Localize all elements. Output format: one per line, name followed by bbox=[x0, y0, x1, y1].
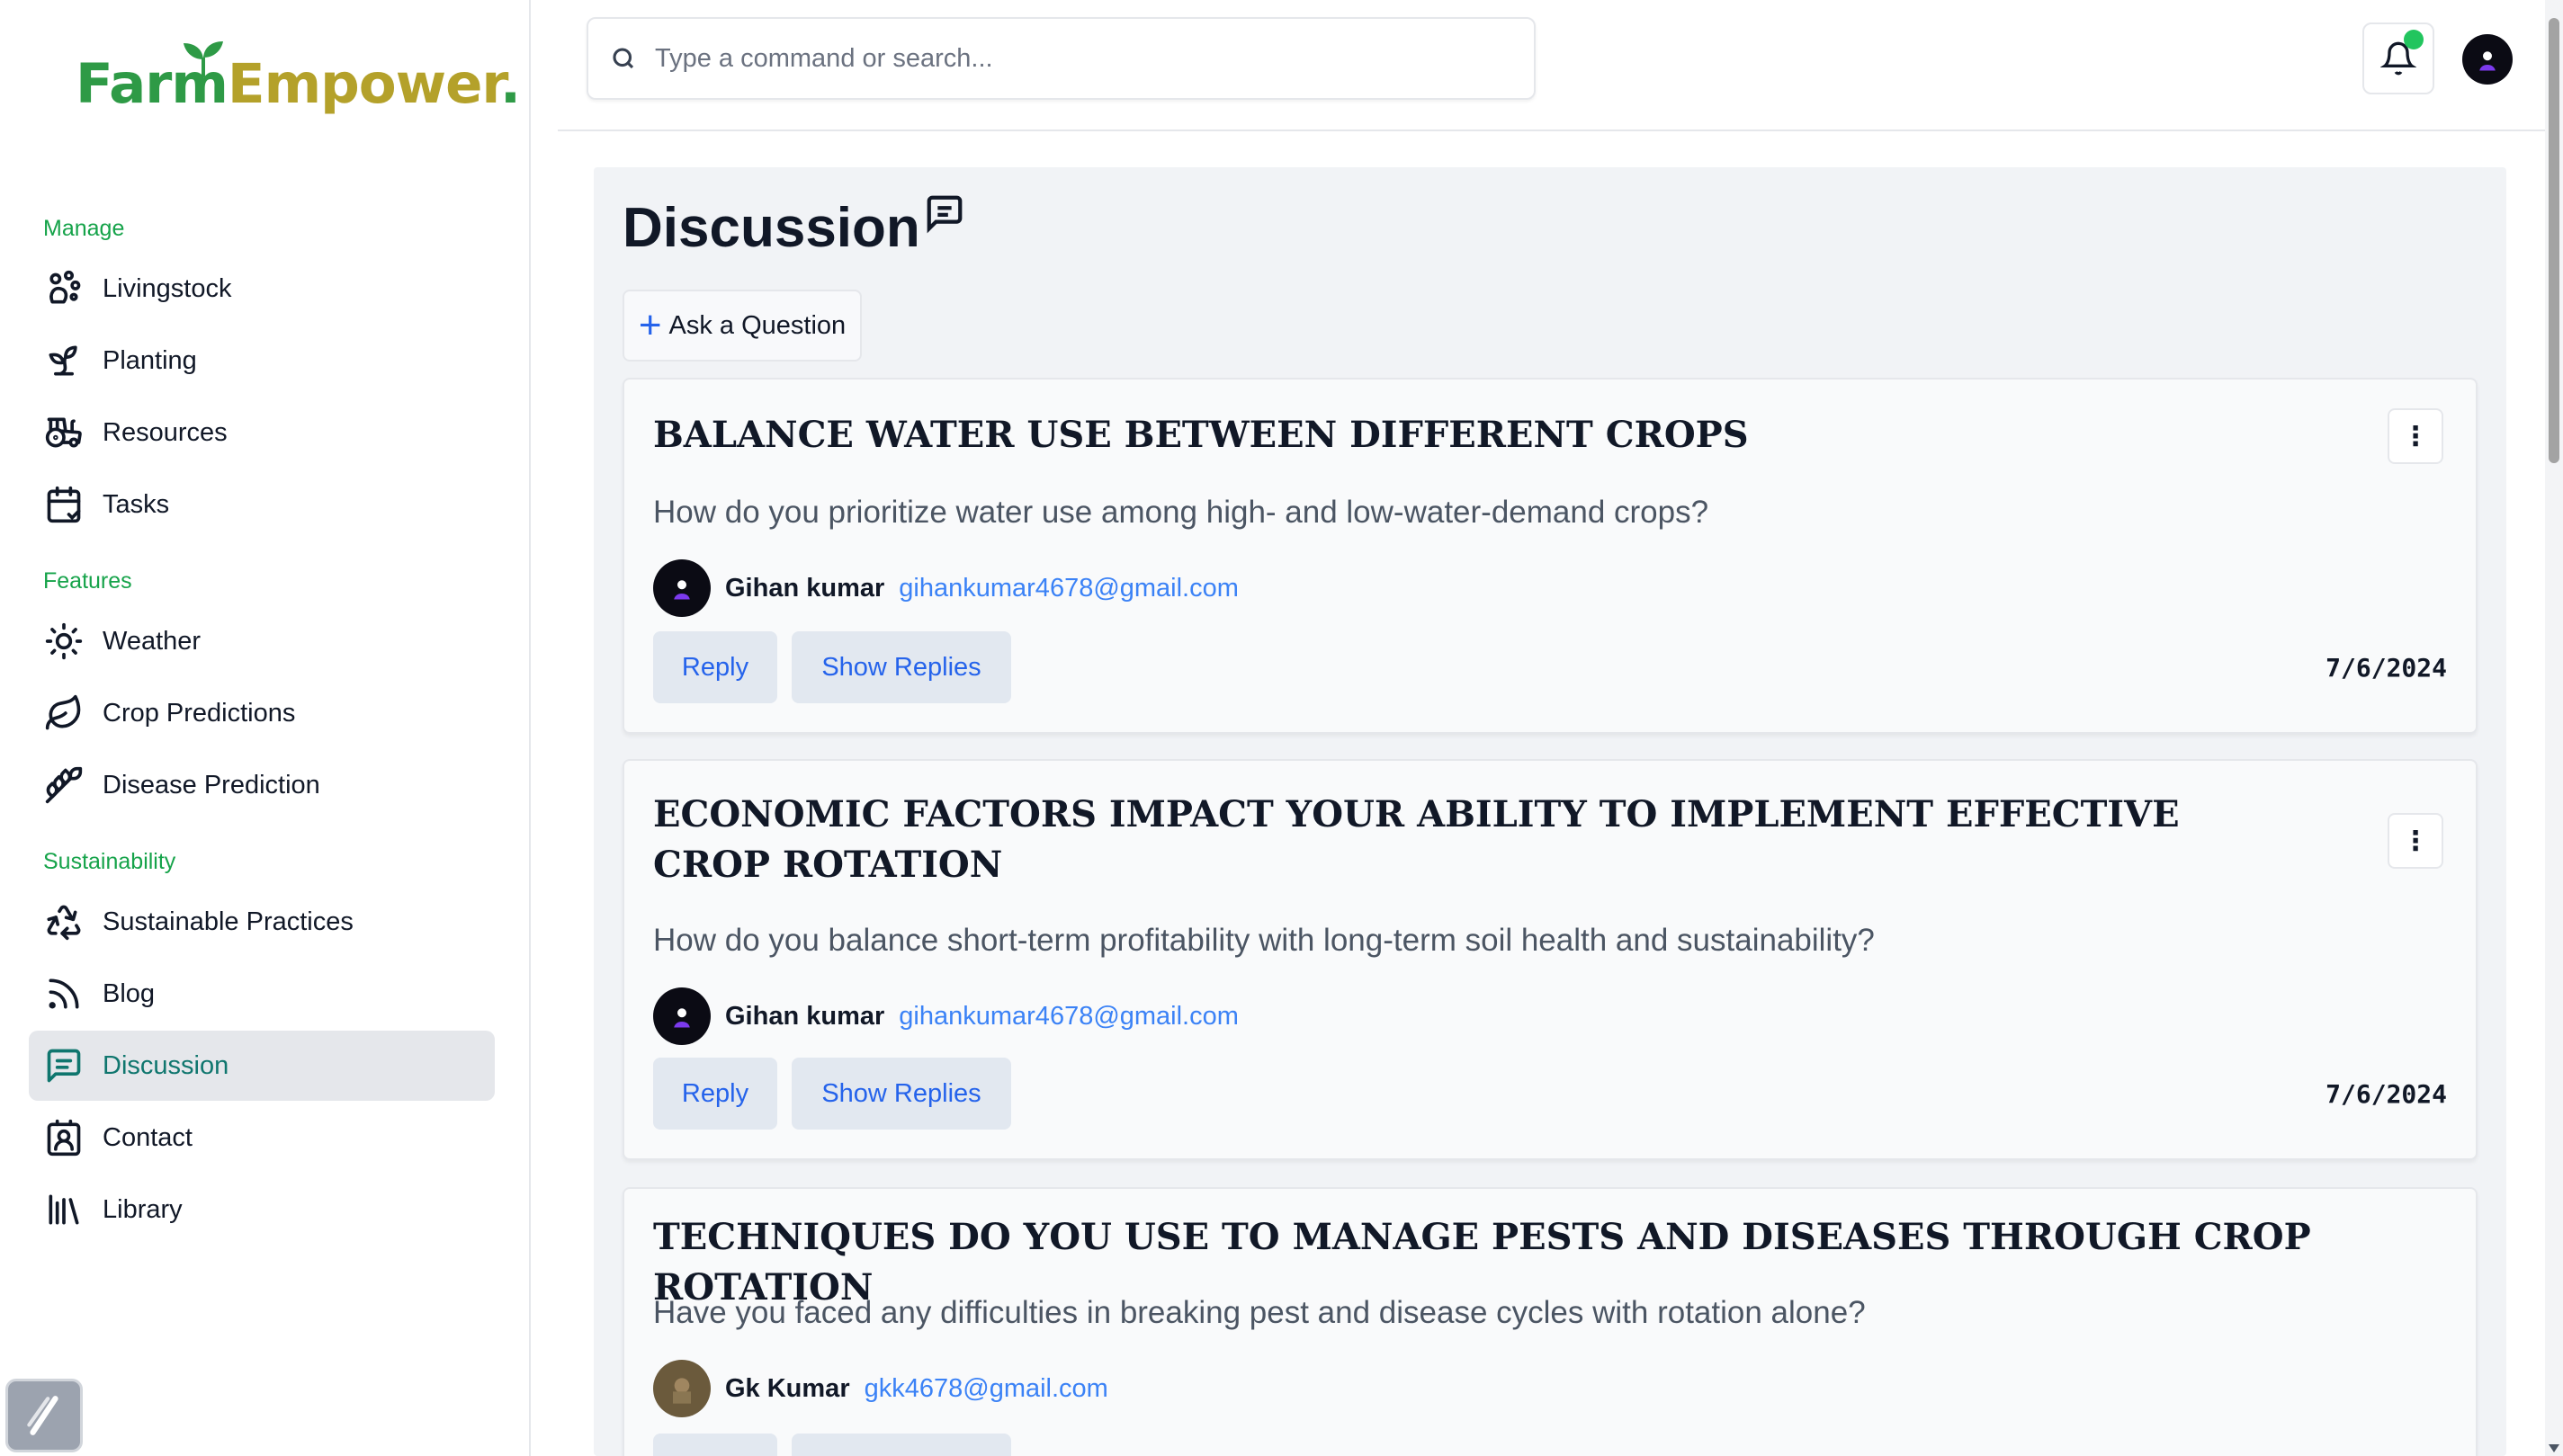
recycle-icon bbox=[43, 901, 85, 942]
discussion-card: ECONOMIC FACTORS IMPACT YOUR ABILITY TO … bbox=[623, 759, 2478, 1160]
reply-button[interactable]: Reply bbox=[653, 1058, 777, 1130]
sidebar-item-blog[interactable]: Blog bbox=[29, 959, 495, 1029]
post-date: 7/6/2024 bbox=[2326, 653, 2447, 683]
question-body: Have you faced any difficulties in break… bbox=[653, 1295, 1866, 1330]
sidebar-item-label: Tasks bbox=[103, 489, 170, 519]
reply-button[interactable]: Reply bbox=[653, 631, 777, 703]
show-replies-button[interactable]: Show Replies bbox=[792, 1434, 1011, 1456]
library-icon bbox=[43, 1189, 85, 1230]
sidebar-item-resources[interactable]: Resources bbox=[29, 397, 495, 468]
scroll-down-arrow[interactable] bbox=[2549, 1444, 2559, 1452]
discussion-panel: Discussion + Ask a Question BALANCE WATE… bbox=[594, 167, 2506, 1456]
question-title: ECONOMIC FACTORS IMPACT YOUR ABILITY TO … bbox=[653, 793, 2180, 886]
sidebar-item-crop-predictions[interactable]: Crop Predictions bbox=[29, 678, 495, 748]
page-title: Discussion bbox=[623, 195, 965, 260]
sidebar-item-planting[interactable]: Planting bbox=[29, 326, 495, 396]
post-date: 7/6/2024 bbox=[2326, 1079, 2447, 1109]
ask-question-button[interactable]: + Ask a Question bbox=[623, 290, 862, 362]
author-email[interactable]: gkk4678@gmail.com bbox=[865, 1374, 1108, 1404]
show-replies-button[interactable]: Show Replies bbox=[792, 1058, 1011, 1130]
livestock-icon bbox=[43, 268, 85, 309]
more-vertical-icon: ⋮ bbox=[2402, 826, 2429, 856]
plus-icon: + bbox=[638, 303, 662, 347]
author-name: Gihan kumar bbox=[725, 1001, 885, 1031]
sidebar-item-label: Disease Prediction bbox=[103, 770, 320, 799]
message-square-icon bbox=[927, 195, 963, 234]
sidebar-item-disease-prediction[interactable]: Disease Prediction bbox=[29, 750, 495, 820]
reply-button[interactable]: Reply bbox=[653, 1434, 777, 1456]
sidebar-item-livingstock[interactable]: Livingstock bbox=[29, 254, 495, 324]
sidebar-item-label: Resources bbox=[103, 417, 228, 447]
post-author: Gihan kumar gihankumar4678@gmail.com bbox=[653, 559, 1239, 617]
sidebar-item-contact[interactable]: Contact bbox=[29, 1103, 495, 1173]
sidebar-item-sustainable-practices[interactable]: Sustainable Practices bbox=[29, 887, 495, 957]
discussion-card: BALANCE WATER USE BETWEEN DIFFERENT CROP… bbox=[623, 378, 2478, 734]
wheat-icon bbox=[43, 764, 85, 806]
leaf-icon bbox=[43, 692, 85, 734]
brand-logo[interactable]: FarmEmpower. bbox=[76, 41, 521, 116]
page-scrollbar[interactable] bbox=[2545, 0, 2563, 1456]
rss-icon bbox=[43, 973, 85, 1014]
sun-icon bbox=[43, 621, 85, 662]
page-title-text: Discussion bbox=[623, 197, 920, 259]
sidebar-item-label: Discussion bbox=[103, 1050, 229, 1080]
avatar-image bbox=[2479, 51, 2496, 71]
slash-logo-icon bbox=[27, 1396, 58, 1435]
more-vertical-icon: ⋮ bbox=[2402, 421, 2429, 451]
search-icon bbox=[613, 48, 634, 69]
header-divider bbox=[558, 130, 2545, 131]
tractor-icon bbox=[43, 412, 85, 453]
more-options-button[interactable]: ⋮ bbox=[2388, 408, 2443, 464]
sidebar-item-label: Livingstock bbox=[103, 273, 232, 303]
sidebar-item-label: Contact bbox=[103, 1122, 193, 1152]
section-label-sustainability: Sustainability bbox=[43, 849, 176, 874]
author-name: Gk Kumar bbox=[725, 1373, 850, 1403]
brand-dot: . bbox=[499, 52, 521, 116]
author-avatar bbox=[653, 987, 711, 1045]
section-label-manage: Manage bbox=[43, 216, 125, 241]
notification-dot bbox=[2404, 30, 2424, 49]
calendar-check-icon bbox=[43, 484, 85, 525]
author-name: Gihan kumar bbox=[725, 573, 885, 603]
author-avatar bbox=[653, 1360, 711, 1417]
sidebar-item-library[interactable]: Library bbox=[29, 1175, 495, 1245]
sprout-icon bbox=[43, 340, 85, 381]
post-author: Gk Kumar gkk4678@gmail.com bbox=[653, 1360, 1108, 1417]
sidebar-item-discussion[interactable]: Discussion bbox=[29, 1031, 495, 1101]
discussion-card: TECHNIQUES DO YOU USE TO MANAGE PESTS AN… bbox=[623, 1187, 2478, 1456]
search-bar[interactable] bbox=[587, 17, 1536, 100]
author-email[interactable]: gihankumar4678@gmail.com bbox=[899, 1002, 1239, 1032]
sidebar-item-label: Crop Predictions bbox=[103, 698, 296, 728]
notifications-button[interactable] bbox=[2362, 22, 2434, 94]
brand-part-2: Empower bbox=[227, 52, 501, 116]
floating-app-button[interactable] bbox=[5, 1379, 83, 1452]
section-label-features: Features bbox=[43, 568, 132, 594]
question-title: BALANCE WATER USE BETWEEN DIFFERENT CROP… bbox=[653, 414, 1749, 456]
contact-icon bbox=[43, 1117, 85, 1158]
sidebar-item-label: Weather bbox=[103, 626, 202, 656]
message-square-icon bbox=[43, 1045, 85, 1086]
question-body: How do you balance short-term profitabil… bbox=[653, 923, 1875, 958]
search-input[interactable] bbox=[655, 43, 1465, 74]
show-replies-button[interactable]: Show Replies bbox=[792, 631, 1011, 703]
user-avatar[interactable] bbox=[2462, 34, 2513, 85]
author-avatar bbox=[653, 559, 711, 617]
sprout-logo-icon bbox=[184, 41, 223, 77]
post-author: Gihan kumar gihankumar4678@gmail.com bbox=[653, 987, 1239, 1045]
sidebar-item-label: Blog bbox=[103, 978, 156, 1008]
sidebar-item-label: Library bbox=[103, 1194, 183, 1224]
more-options-button[interactable]: ⋮ bbox=[2388, 813, 2443, 869]
ask-question-label: Ask a Question bbox=[668, 310, 847, 340]
sidebar-item-label: Sustainable Practices bbox=[103, 907, 354, 936]
sidebar: FarmEmpower. Manage Livingstock Planting… bbox=[0, 0, 531, 1456]
scrollbar-thumb[interactable] bbox=[2549, 18, 2559, 463]
sidebar-item-tasks[interactable]: Tasks bbox=[29, 469, 495, 540]
question-body: How do you prioritize water use among hi… bbox=[653, 495, 1709, 530]
sidebar-item-label: Planting bbox=[103, 345, 197, 375]
author-email[interactable]: gihankumar4678@gmail.com bbox=[899, 574, 1239, 603]
sidebar-item-weather[interactable]: Weather bbox=[29, 606, 495, 676]
